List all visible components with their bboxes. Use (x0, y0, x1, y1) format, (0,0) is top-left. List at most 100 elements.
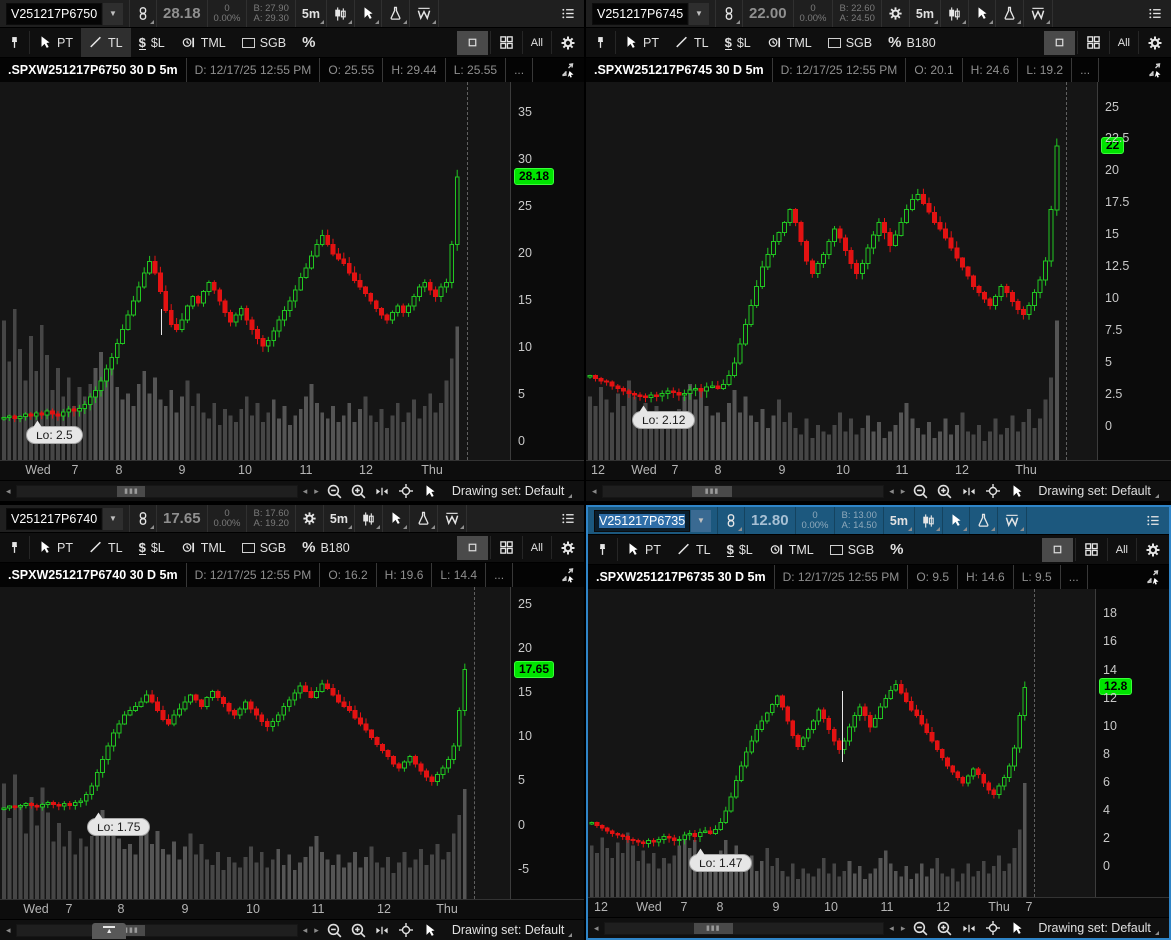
pan-left-arrow[interactable]: ◂ (887, 486, 896, 497)
studies-flask-button[interactable] (996, 0, 1024, 27)
time-level-button[interactable]: TML (173, 533, 234, 562)
sgb-button[interactable]: SGB (234, 28, 294, 57)
cursor-tool-button[interactable] (969, 0, 996, 27)
scrollbar-track[interactable]: ▮▮▮ ▲ (16, 485, 298, 498)
chart-type-button[interactable] (941, 0, 969, 27)
studies-flask-button[interactable] (410, 505, 438, 532)
percent-tool-button[interactable]: % (882, 535, 911, 564)
percent-tool-button[interactable]: % B180 (880, 28, 944, 57)
sgb-button[interactable]: SGB (820, 28, 880, 57)
pin-button[interactable] (0, 533, 29, 562)
dollar-level-button[interactable]: $ $L (717, 28, 759, 57)
link-button[interactable] (130, 505, 157, 532)
symbol-dropdown-button[interactable]: ▼ (103, 508, 123, 530)
grid-layout-button[interactable] (491, 28, 522, 57)
studies-flask-button[interactable] (970, 507, 998, 534)
grid-layout-button[interactable] (491, 533, 522, 562)
maximize-cell-button[interactable] (1042, 538, 1073, 562)
pan-right-arrow[interactable]: ▸ (312, 486, 321, 497)
pattern-tool-button[interactable] (438, 505, 467, 532)
trendline-button[interactable]: TL (667, 28, 717, 57)
symbol-input[interactable]: V251217P6750 (6, 3, 102, 25)
scrollbar-thumb[interactable]: ▮▮▮ (692, 486, 731, 497)
candlestick-plot[interactable]: Lo: 1.47 (588, 589, 1095, 897)
trendline-button[interactable]: TL (81, 533, 131, 562)
chart-settings-button[interactable] (882, 0, 910, 27)
menu-list-button[interactable] (552, 0, 584, 27)
symbol-dropdown-button[interactable]: ▼ (103, 3, 123, 25)
cursor-tool-button[interactable] (943, 507, 970, 534)
chart-settings-button[interactable] (296, 505, 324, 532)
crosshair-button[interactable] (396, 921, 417, 939)
header-more[interactable]: ... (1072, 58, 1099, 82)
zoom-in-button[interactable] (348, 921, 369, 939)
collapse-header-button[interactable] (551, 563, 584, 587)
price-axis[interactable]: 22 2522.52017.51512.5107.552.50 (1097, 82, 1171, 460)
pointer-mode-button[interactable] (1006, 482, 1027, 500)
menu-list-button[interactable] (1139, 0, 1171, 27)
time-axis[interactable]: 12Wed789101112Thu (586, 460, 1171, 480)
price-axis[interactable]: 17.65 2520151050-5 (510, 587, 584, 899)
pin-button[interactable] (588, 535, 617, 564)
sgb-button[interactable]: SGB (234, 533, 294, 562)
maximize-cell-button[interactable] (1044, 31, 1075, 55)
link-button[interactable] (718, 507, 745, 534)
menu-list-button[interactable] (1137, 507, 1169, 534)
grid-layout-button[interactable] (1078, 28, 1109, 57)
crosshair-button[interactable] (982, 919, 1003, 937)
scrollbar-track[interactable]: ▮▮▮ ▲ (16, 924, 298, 937)
pointer-tool-button[interactable]: PT (30, 28, 81, 57)
pattern-tool-button[interactable] (410, 0, 439, 27)
crosshair-button[interactable] (396, 482, 417, 500)
dollar-level-button[interactable]: $ $L (131, 28, 173, 57)
dollar-level-button[interactable]: $ $L (719, 535, 761, 564)
zoom-in-button[interactable] (348, 482, 369, 500)
chart-type-button[interactable] (327, 0, 355, 27)
maximize-cell-button[interactable] (457, 536, 488, 560)
drawing-set-selector[interactable]: Drawing set: Default (452, 484, 573, 498)
time-level-button[interactable]: TML (759, 28, 820, 57)
maximize-cell-button[interactable] (457, 31, 488, 55)
trendline-button[interactable]: TL (669, 535, 719, 564)
symbol-input[interactable]: V251217P6745 (592, 3, 688, 25)
scrollbar-thumb[interactable]: ▮▮▮ (694, 923, 733, 934)
timeframe-button[interactable]: 5m (296, 0, 327, 27)
pan-left-arrow[interactable]: ◂ (301, 486, 310, 497)
drawing-settings-button[interactable] (1139, 28, 1171, 57)
header-more[interactable]: ... (506, 58, 533, 82)
collapse-header-button[interactable] (1138, 58, 1171, 82)
zoom-out-button[interactable] (910, 919, 931, 937)
time-axis[interactable]: 12Wed789101112Thu7 (588, 897, 1169, 917)
scrollbar-thumb[interactable]: ▮▮▮ (117, 486, 145, 497)
fit-width-button[interactable] (372, 482, 393, 500)
pattern-tool-button[interactable] (1024, 0, 1053, 27)
pin-button[interactable] (0, 28, 29, 57)
sgb-button[interactable]: SGB (822, 535, 882, 564)
symbol-input[interactable]: V251217P6735 (594, 510, 690, 532)
cursor-tool-button[interactable] (355, 0, 382, 27)
studies-flask-button[interactable] (382, 0, 410, 27)
pointer-mode-button[interactable] (1006, 919, 1027, 937)
link-button[interactable] (716, 0, 743, 27)
crosshair-button[interactable] (982, 482, 1003, 500)
pattern-tool-button[interactable] (998, 507, 1027, 534)
pointer-tool-button[interactable]: PT (618, 535, 669, 564)
candlestick-plot[interactable]: Lo: 2.5 (0, 82, 510, 460)
apply-all-button[interactable]: All (1108, 535, 1136, 564)
scrollbar-track[interactable]: ▮▮▮ ▲ (604, 922, 885, 935)
link-button[interactable] (130, 0, 157, 27)
timeframe-button[interactable]: 5m (324, 505, 355, 532)
fit-width-button[interactable] (958, 919, 979, 937)
collapse-header-button[interactable] (551, 58, 584, 82)
pan-left-arrow[interactable]: ◂ (887, 923, 896, 934)
drawing-set-selector[interactable]: Drawing set: Default (452, 923, 573, 937)
pan-left-arrow[interactable]: ◂ (301, 925, 310, 936)
header-more[interactable]: ... (1061, 565, 1088, 589)
zoom-out-button[interactable] (324, 921, 345, 939)
apply-all-button[interactable]: All (523, 28, 551, 57)
drawing-settings-button[interactable] (552, 28, 584, 57)
symbol-input[interactable]: V251217P6740 (6, 508, 102, 530)
fit-width-button[interactable] (958, 482, 979, 500)
trendline-button[interactable]: TL (81, 28, 131, 57)
time-level-button[interactable]: TML (173, 28, 234, 57)
